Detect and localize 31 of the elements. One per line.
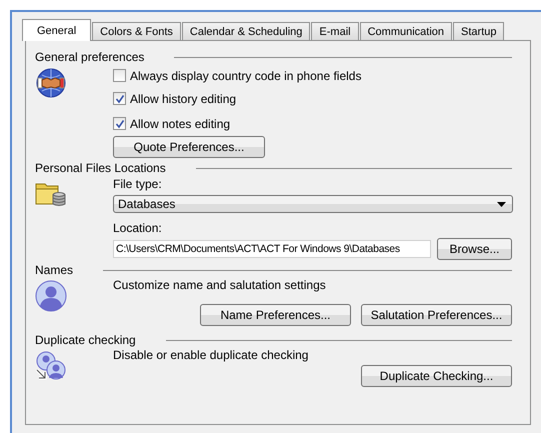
quote-preferences-button[interactable]: Quote Preferences... [113,136,265,158]
checkbox[interactable] [113,69,126,82]
tab[interactable]: Calendar & Scheduling [182,22,310,40]
section-title: Duplicate checking [35,333,136,347]
person-icon [35,280,67,312]
tab[interactable]: Colors & Fonts [92,22,181,40]
description: Customize name and salutation settings [113,278,327,293]
globe-handshake-icon [35,67,67,99]
tab[interactable]: Communication [360,22,452,40]
checkbox-label: Always display country code in phone fields [130,68,362,82]
file-type-label: File type: [113,177,163,192]
tab[interactable]: E-mail [311,22,359,40]
file-type-dropdown[interactable]: Databases [113,195,513,213]
dropdown-arrow-icon [497,202,506,206]
section-title: General preferences [35,50,144,64]
description: Disable or enable duplicate checking [113,348,310,363]
checkbox[interactable] [113,117,126,130]
tab[interactable]: Startup [453,22,504,40]
browse-button[interactable]: Browse... [437,238,512,260]
location-label: Location: [113,221,163,236]
duplicate-checking-button[interactable]: Duplicate Checking... [361,365,512,387]
tab[interactable]: General [22,19,92,41]
two-persons-arrow-icon [35,350,67,382]
preferences-button[interactable]: Salutation Preferences... [361,304,512,326]
location-field[interactable]: C:\Users\CRM\Documents\ACT\ACT For Windows 9\Databases [113,240,431,258]
section-title: Names [35,263,74,277]
section-title: Personal Files Locations [35,161,166,175]
checkbox-label: Allow history editing [130,92,236,106]
checkbox-label: Allow notes editing [130,116,230,130]
checkbox[interactable] [113,92,126,105]
preferences-button[interactable]: Name Preferences... [200,304,351,326]
